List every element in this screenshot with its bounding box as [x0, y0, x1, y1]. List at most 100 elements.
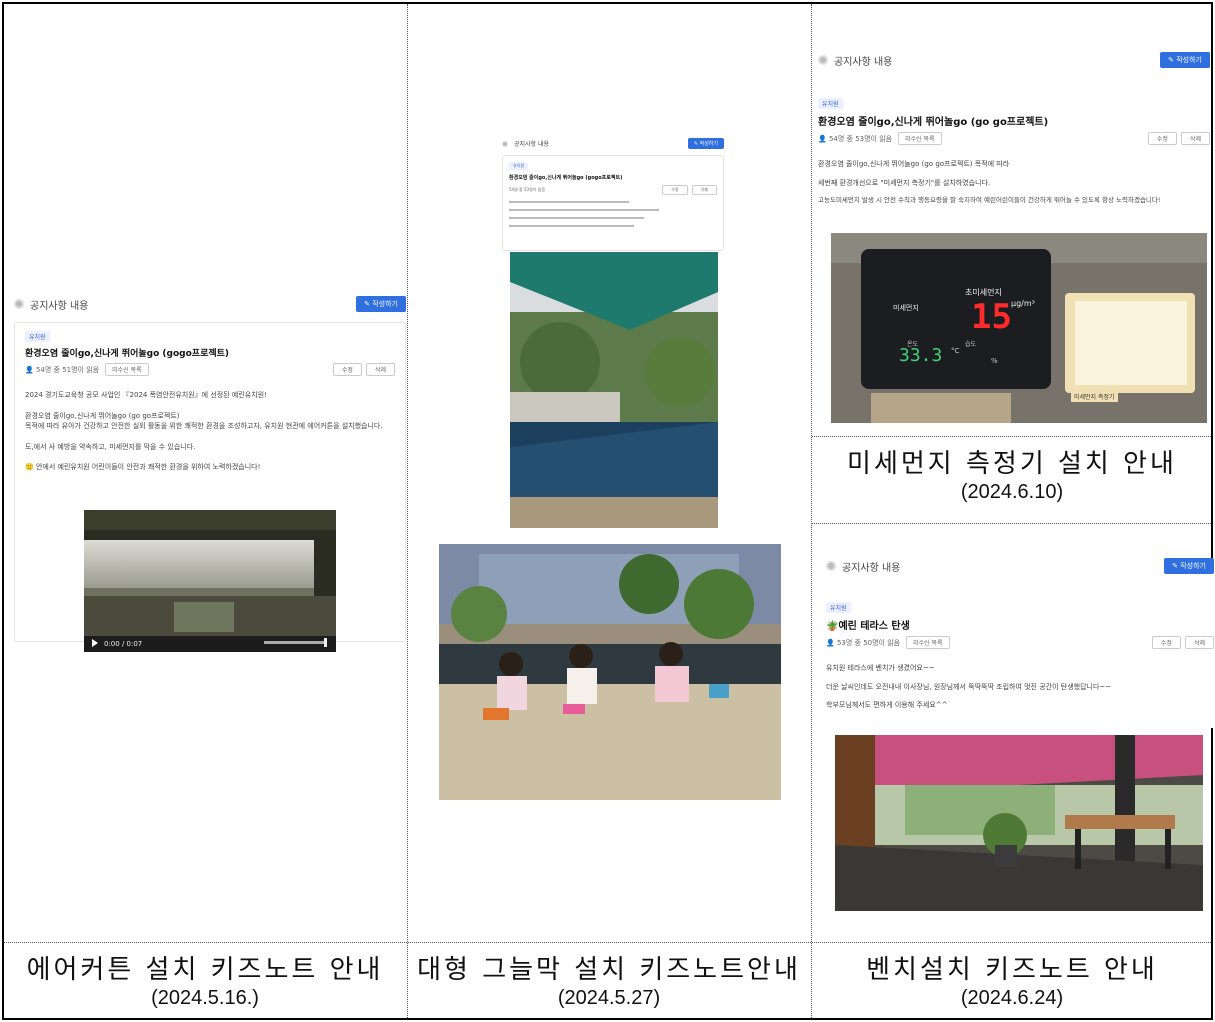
notice-meta: 👤 54명 중 51명이 읽음 미수신 목록 수정 삭제: [25, 363, 395, 376]
notice-header: 공지사항 내용 ✎ 작성하기: [818, 52, 1210, 68]
shade-caption-title: 대형 그늘막 설치 키즈노트안내: [417, 955, 801, 985]
bench-caption-date: (2024.6.24): [960, 987, 1064, 1009]
notice-header-title: 공지사항 내용: [514, 141, 550, 148]
notice-card: 유치원 🪴예린 테라스 탄생 👤 53명 중 50명이 읽음 미수신 목록 수정…: [826, 602, 1214, 711]
dust-screenshot: 공지사항 내용 ✎ 작성하기 유치원 환경오염 줄이go,신나게 뛰어놀go (…: [818, 52, 1210, 230]
write-button[interactable]: ✎ 작성하기: [356, 296, 406, 312]
reader-list-button[interactable]: 미수신 목록: [906, 636, 950, 649]
device-temp-value: 33.3: [899, 345, 943, 366]
menu-icon[interactable]: [324, 638, 327, 647]
aircurtain-caption-title: 에어커튼 설치 키즈노트 안내: [26, 955, 384, 985]
column-divider-2: [811, 4, 812, 1018]
notice-body-line: 세번째 환경개선으로 "미세먼지 측정기"를 설치하였습니다.: [818, 178, 991, 187]
shade-photo-art: [510, 252, 718, 528]
notice-card: 유치원 환경오염 줄이go,신나게 뛰어놀go (gogo프로젝트) 54명 중…: [502, 155, 724, 251]
notice-tag: 유치원: [818, 98, 843, 109]
edit-button[interactable]: 수정: [662, 185, 688, 195]
write-button[interactable]: ✎ 작성하기: [687, 138, 724, 149]
read-count: 👤 54명 중 51명이 읽음: [25, 365, 100, 374]
notice-header-title: 공지사항 내용: [30, 300, 89, 312]
notice-meta: 54명 중 53명이 읽음 수정 삭제: [509, 185, 717, 195]
notice-body-placeholder: [509, 201, 717, 227]
device-pm-value: 15: [971, 297, 1012, 337]
dust-meter-art: [831, 233, 1207, 423]
aircurtain-caption: 에어커튼 설치 키즈노트 안내 (2024.5.16.): [4, 954, 406, 1010]
dust-caption-title: 미세먼지 측정기 설치 안내: [847, 449, 1177, 479]
bottom-caption-divider: [4, 942, 1211, 943]
notice-title: 환경오염 줄이go,신나게 뛰어놀go (gogo프로젝트): [25, 349, 230, 359]
delete-button[interactable]: 삭제: [365, 363, 395, 376]
delete-button[interactable]: 삭제: [1180, 132, 1210, 145]
edit-button[interactable]: 수정: [1151, 636, 1181, 649]
notice-bullet-icon: [818, 55, 828, 65]
notice-bullet-icon: [14, 299, 24, 309]
bench-photo: [835, 735, 1203, 911]
shade-caption: 대형 그늘막 설치 키즈노트안내 (2024.5.27): [408, 954, 810, 1010]
shade-caption-date: (2024.5.27): [557, 987, 661, 1009]
notice-body-line: 환경오염 줄이go,신나게 뛰어놀go (go go프로젝트) 목적에 따라: [818, 160, 1010, 168]
notice-title: 🪴예린 테라스 탄생: [826, 621, 910, 632]
device-brand-label: 미세먼지 측정기: [1071, 391, 1118, 402]
reader-list-button[interactable]: 미수신 목록: [105, 363, 149, 376]
device-temp-unit: °C: [951, 347, 960, 355]
write-button[interactable]: ✎ 작성하기: [1160, 52, 1210, 68]
bench-photo-art: [835, 735, 1203, 911]
bench-caption-title: 벤치설치 키즈노트 안내: [866, 955, 1158, 985]
sandbox-photo-art: [439, 544, 781, 800]
bench-screenshot: 공지사항 내용 ✎ 작성하기 유치원 🪴예린 테라스 탄생 👤 53명 중 50…: [826, 558, 1214, 728]
aircurtain-video[interactable]: 0:00 / 0:07: [84, 510, 336, 652]
notice-meta: 👤 53명 중 50명이 읽음 미수신 목록 수정 삭제: [826, 636, 1214, 649]
dust-meter-photo: 초미세먼지 미세먼지 15 μg/m³ 온도 습도 33.3 °C % 미세먼지…: [831, 233, 1207, 423]
notice-header: 공지사항 내용 ✎ 작성하기: [826, 558, 1214, 574]
dust-caption: 미세먼지 측정기 설치 안내 (2024.6.10): [812, 448, 1212, 504]
edit-button[interactable]: 수정: [1147, 132, 1177, 145]
delete-button[interactable]: 삭제: [691, 185, 717, 195]
notice-body-line: 고농도미세먼지 발생 시 안전 수칙과 행동요령을 잘 숙지하여 예린어린이들이…: [818, 196, 1161, 204]
plant-emoji-icon: 🪴: [826, 621, 839, 632]
notice-body-line: 🙂 안에서 예린유치원 어린이들이 안전과 쾌적한 환경을 위하여 노력하겠습니…: [25, 463, 261, 471]
notice-bullet-icon: [502, 140, 508, 147]
notice-body-line: 환경오염 줄이go,신나게 뛰어놀go (go go프로젝트): [25, 411, 180, 420]
bench-caption: 벤치설치 키즈노트 안내 (2024.6.24): [812, 954, 1212, 1010]
column-divider-1: [407, 4, 408, 1018]
notice-body-line: 학부모님께서도 편하게 이용해 주세요^^: [826, 701, 948, 709]
aircurtain-caption-date: (2024.5.16.): [151, 987, 259, 1009]
notice-body-line: 더운 날씨인데도 오전내내 이사장님, 원장님께서 뚝딱뚝딱 조립하여 멋진 공…: [826, 682, 1112, 691]
read-count: 54명 중 53명이 읽음: [509, 187, 546, 192]
aircurtain-video-frame: [84, 510, 336, 652]
notice-title: 환경오염 줄이go,신나게 뛰어놀go (go go프로젝트): [818, 117, 1049, 128]
notice-body-line: 도,에서 사 예방을 약속하고, 미세먼지를 막을 수 있습니다.: [25, 442, 196, 451]
notice-meta: 👤 54명 중 53명이 읽음 미수신 목록 수정 삭제: [818, 132, 1210, 145]
read-count: 👤 53명 중 50명이 읽음: [826, 638, 901, 647]
shade-photo: [510, 252, 718, 528]
sandbox-photo: [439, 544, 781, 800]
read-count: 👤 54명 중 53명이 읽음: [818, 134, 893, 143]
notice-header: 공지사항 내용 ✎ 작성하기: [502, 138, 724, 149]
notice-body-line: 유치원 테라스에 벤치가 생겼어요~~: [826, 664, 935, 672]
notice-body-line: 2024 경기도교육청 공모 사업인 『2024 폭염안전유치원』에 선정된 예…: [25, 391, 267, 399]
notice-bullet-icon: [826, 561, 836, 571]
edit-button[interactable]: 수정: [332, 363, 362, 376]
device-label-dust: 미세먼지: [893, 304, 919, 312]
right-caption-divider-top: [812, 436, 1211, 437]
write-button[interactable]: ✎ 작성하기: [1164, 558, 1214, 574]
notice-title: 환경오염 줄이go,신나게 뛰어놀go (gogo프로젝트): [509, 175, 623, 181]
dust-caption-date: (2024.6.10): [960, 481, 1064, 503]
notice-card: 유치원 환경오염 줄이go,신나게 뛰어놀go (go go프로젝트) 👤 54…: [818, 98, 1210, 206]
notice-tag: 유치원: [826, 602, 851, 613]
smile-emoji-icon: 🙂: [25, 463, 34, 471]
device-humid-unit: %: [991, 357, 998, 365]
shade-screenshot: 공지사항 내용 ✎ 작성하기 유치원 환경오염 줄이go,신나게 뛰어놀go (…: [502, 138, 724, 254]
notice-tag: 유치원: [25, 331, 50, 342]
notice-header-title: 공지사항 내용: [834, 56, 893, 68]
video-timestamp: 0:00 / 0:07: [104, 640, 143, 648]
notice-body-line: 목적에 따라 유아가 건강하고 안전한 실외 활동을 위한 쾌적한 환경을 조성…: [25, 422, 383, 430]
right-caption-divider-bottom: [812, 523, 1211, 524]
notice-header: 공지사항 내용 ✎ 작성하기: [14, 296, 406, 312]
notice-header-title: 공지사항 내용: [842, 562, 901, 574]
device-pm-unit: μg/m³: [1011, 299, 1035, 308]
device-humid-label: 습도: [965, 341, 977, 348]
delete-button[interactable]: 삭제: [1184, 636, 1214, 649]
reader-list-button[interactable]: 미수신 목록: [898, 132, 942, 145]
notice-tag: 유치원: [509, 162, 529, 170]
